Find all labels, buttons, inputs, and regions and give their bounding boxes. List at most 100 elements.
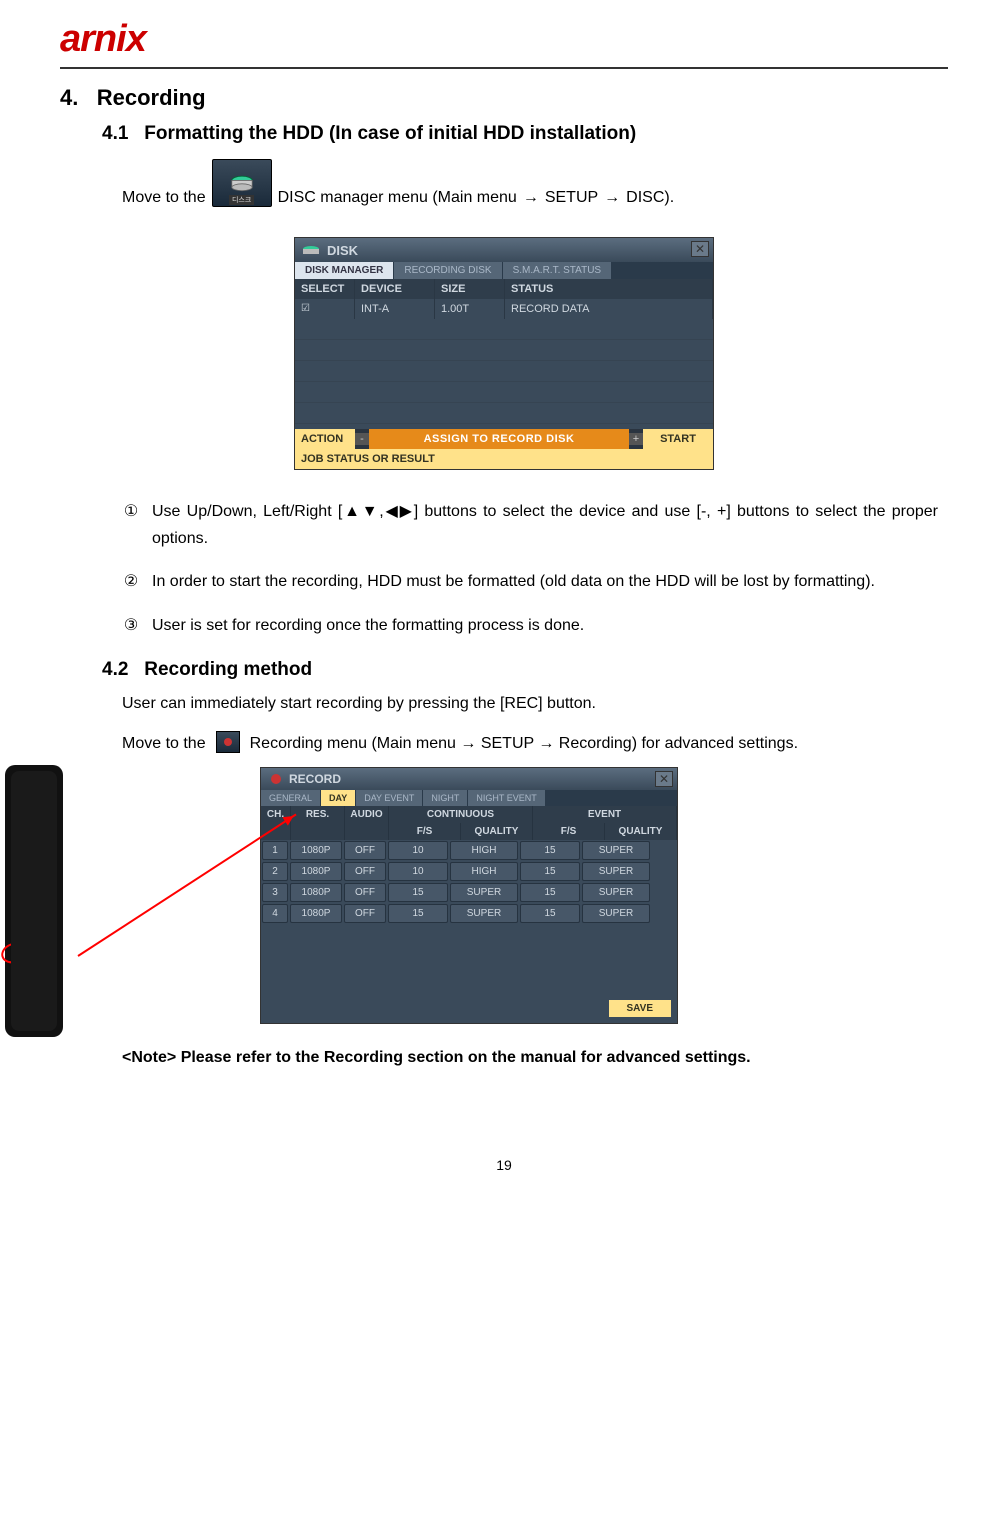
sub1-steps: ① Use Up/Down, Left/Right [▲▼,◀▶] button…: [122, 498, 938, 639]
record-empty: [261, 924, 677, 994]
move-prefix: Move to the: [122, 189, 206, 207]
record-window: RECORD ✕ GENERAL DAY DAY EVENT NIGHT NIG…: [260, 767, 678, 1024]
section-number: 4.: [60, 85, 78, 110]
list-item: ③ User is set for recording once the for…: [122, 612, 938, 639]
cell-res[interactable]: 1080P: [290, 904, 342, 923]
cell-res[interactable]: 1080P: [290, 883, 342, 902]
cell-ch[interactable]: 4: [262, 904, 288, 923]
subsection-4-2: 4.2 Recording method: [102, 659, 948, 681]
list-item: ② In order to start the recording, HDD m…: [122, 568, 938, 595]
cell-cfs[interactable]: 10: [388, 862, 448, 881]
disk-action-row: ACTION - ASSIGN TO RECORD DISK + START: [295, 429, 713, 449]
start-button[interactable]: START: [643, 429, 713, 449]
tab-day[interactable]: DAY: [321, 790, 355, 806]
hdd-icon: [225, 170, 259, 196]
close-icon[interactable]: ✕: [655, 771, 673, 787]
marker: ①: [122, 498, 140, 552]
cell-eq[interactable]: SUPER: [582, 904, 650, 923]
cell-audio[interactable]: OFF: [344, 883, 386, 902]
col-cfs: F/S: [389, 823, 461, 840]
tab-smart-status[interactable]: S.M.A.R.T. STATUS: [503, 262, 612, 279]
record-row: RECORD ✕ GENERAL DAY DAY EVENT NIGHT NIG…: [60, 767, 948, 1037]
cell-cq[interactable]: SUPER: [450, 883, 518, 902]
logo: arnix: [60, 18, 146, 61]
tab-recording-disk[interactable]: RECORDING DISK: [394, 262, 501, 279]
tab-day-event[interactable]: DAY EVENT: [356, 790, 422, 806]
assign-button[interactable]: ASSIGN TO RECORD DISK: [369, 429, 629, 449]
arrow-icon: →: [523, 189, 539, 207]
sub1-num: 4.1: [102, 123, 128, 144]
cell-efs[interactable]: 15: [520, 862, 580, 881]
cell-ch[interactable]: 2: [262, 862, 288, 881]
table-row: 31080POFF15SUPER15SUPER: [261, 882, 677, 903]
cell-efs[interactable]: 15: [520, 841, 580, 860]
cell-res[interactable]: 1080P: [290, 841, 342, 860]
sub2-move-line: Move to the Recording menu (Main menu → …: [122, 731, 948, 753]
section-title: Recording: [97, 85, 206, 110]
cell-audio[interactable]: OFF: [344, 862, 386, 881]
col-select: SELECT: [295, 279, 355, 299]
spin-right[interactable]: +: [629, 433, 643, 445]
disk-tabs: DISK MANAGER RECORDING DISK S.M.A.R.T. S…: [295, 262, 713, 279]
tab-disk-manager[interactable]: DISK MANAGER: [295, 262, 393, 279]
remote-dpad: [13, 861, 55, 903]
cell-audio[interactable]: OFF: [344, 904, 386, 923]
cell-ch[interactable]: 3: [262, 883, 288, 902]
note: <Note> Please refer to the Recording sec…: [122, 1049, 948, 1067]
row-check[interactable]: ☑: [295, 299, 355, 319]
move-suffix-c: DISC).: [626, 189, 674, 207]
cell-cfs[interactable]: 15: [388, 904, 448, 923]
col-efs: F/S: [533, 823, 605, 840]
record-title-bar: RECORD ✕: [261, 768, 677, 790]
move-suffix-b: SETUP: [545, 189, 598, 207]
col-cq: QUALITY: [461, 823, 533, 840]
move-prefix: Move to the: [122, 735, 206, 753]
cell-res[interactable]: 1080P: [290, 862, 342, 881]
table-row: 11080POFF10HIGH15SUPER: [261, 840, 677, 861]
cell-eq[interactable]: SUPER: [582, 862, 650, 881]
disk-table-row[interactable]: ☑ INT-A 1.00T RECORD DATA: [295, 299, 713, 319]
cell-cq[interactable]: SUPER: [450, 904, 518, 923]
row-size: 1.00T: [435, 299, 505, 319]
col-status: STATUS: [505, 279, 713, 299]
row-status: RECORD DATA: [505, 299, 713, 319]
cell-cq[interactable]: HIGH: [450, 841, 518, 860]
section-heading: 4. Recording: [60, 85, 948, 111]
cell-eq[interactable]: SUPER: [582, 841, 650, 860]
cell-cq[interactable]: HIGH: [450, 862, 518, 881]
group-continuous: CONTINUOUS: [389, 806, 533, 823]
disk-table-header: SELECT DEVICE SIZE STATUS: [295, 279, 713, 299]
cell-audio[interactable]: OFF: [344, 841, 386, 860]
cell-cfs[interactable]: 15: [388, 883, 448, 902]
col-group: CONTINUOUS EVENT F/S QUALITY F/S QUALITY: [389, 806, 677, 840]
sub2-line1: User can immediately start recording by …: [122, 695, 948, 713]
close-icon[interactable]: ✕: [691, 241, 709, 257]
col-res: RES.: [291, 806, 345, 840]
record-title: RECORD: [289, 772, 341, 786]
spin-left[interactable]: -: [355, 433, 369, 445]
disk-empty-rows: [295, 319, 713, 429]
col-eq: QUALITY: [605, 823, 677, 840]
cell-eq[interactable]: SUPER: [582, 883, 650, 902]
tab-night-event[interactable]: NIGHT EVENT: [468, 790, 544, 806]
sub2-num: 4.2: [102, 659, 128, 680]
sub1-move-line: Move to the 디스크 DISC manager menu (Main …: [122, 159, 948, 207]
col-audio: AUDIO: [345, 806, 389, 840]
header-rule: [60, 67, 948, 69]
cell-ch[interactable]: 1: [262, 841, 288, 860]
cell-efs[interactable]: 15: [520, 904, 580, 923]
save-button[interactable]: SAVE: [609, 1000, 672, 1017]
disk-title-bar: DISK ✕: [295, 238, 713, 262]
sub2-title: Recording method: [144, 659, 312, 680]
tab-general[interactable]: GENERAL: [261, 790, 320, 806]
row-device: INT-A: [355, 299, 435, 319]
hdd-icon: [301, 242, 321, 258]
remote-control: [5, 765, 63, 1037]
cell-efs[interactable]: 15: [520, 883, 580, 902]
record-rows: 11080POFF10HIGH15SUPER21080POFF10HIGH15S…: [261, 840, 677, 924]
arrow-icon: →: [604, 189, 620, 207]
cell-cfs[interactable]: 10: [388, 841, 448, 860]
tab-night[interactable]: NIGHT: [423, 790, 467, 806]
disk-window: DISK ✕ DISK MANAGER RECORDING DISK S.M.A…: [294, 237, 714, 470]
job-status: JOB STATUS OR RESULT: [295, 449, 713, 469]
